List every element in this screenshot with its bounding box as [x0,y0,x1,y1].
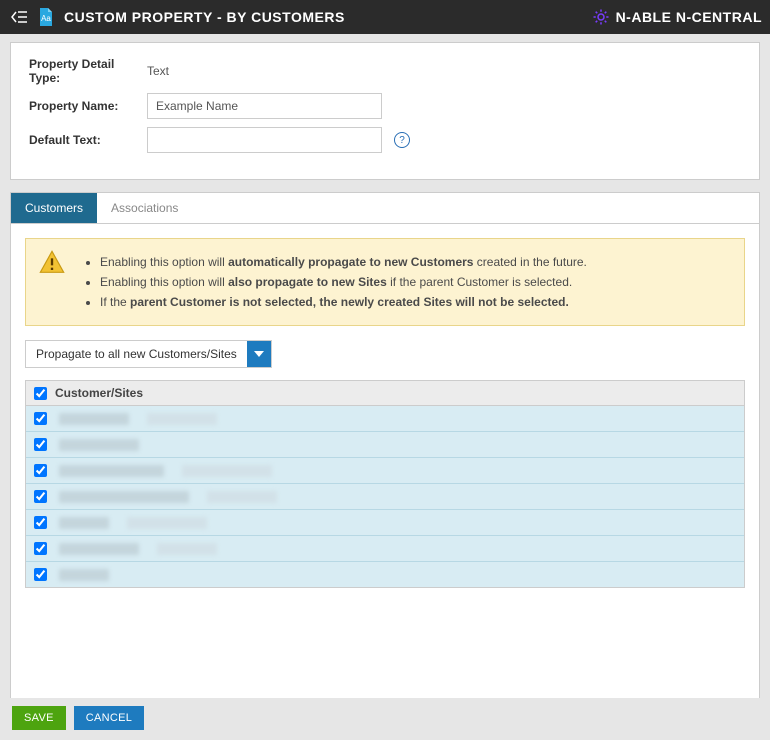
tab-customers[interactable]: Customers [11,193,97,223]
default-text-input[interactable] [147,127,382,153]
propagate-caret[interactable] [247,341,271,367]
row-text-secondary [127,517,207,529]
detail-type-label: Property Detail Type: [29,57,147,85]
row-text-secondary [157,543,217,555]
tab-bar: Customers Associations [11,193,759,224]
propagate-label: Propagate to all new Customers/Sites [26,341,247,367]
row-text-primary [59,413,129,425]
table-row[interactable] [26,457,744,483]
brand-text: N-ABLE N-CENTRAL [616,9,762,25]
top-bar: Aa CUSTOM PROPERTY - BY CUSTOMERS N-ABLE… [0,0,770,34]
grid-header-label: Customer/Sites [55,386,143,400]
tab-associations[interactable]: Associations [97,193,192,223]
cancel-button[interactable]: CANCEL [74,706,144,730]
row-text-primary [59,491,189,503]
save-button[interactable]: SAVE [12,706,66,730]
row-text-primary [59,517,109,529]
row-text-secondary [147,413,217,425]
row-text-primary [59,543,139,555]
brand-icon [592,8,610,26]
table-row[interactable] [26,509,744,535]
help-icon[interactable]: ? [394,132,410,148]
detail-type-value: Text [147,64,169,78]
table-row[interactable] [26,406,744,431]
table-row[interactable] [26,431,744,457]
row-checkbox[interactable] [34,464,47,477]
alert-line-3: If the parent Customer is not selected, … [100,293,732,311]
hamburger-arrow-icon [10,10,28,24]
row-checkbox[interactable] [34,516,47,529]
propagate-dropdown[interactable]: Propagate to all new Customers/Sites [25,340,272,368]
property-detail-card: Property Detail Type: Text Property Name… [10,42,760,180]
caret-down-icon [254,351,264,357]
row-checkbox[interactable] [34,490,47,503]
svg-text:Aa: Aa [41,14,51,23]
page-title: CUSTOM PROPERTY - BY CUSTOMERS [64,9,345,25]
alert-line-2: Enabling this option will also propagate… [100,273,732,291]
row-checkbox[interactable] [34,542,47,555]
default-text-label: Default Text: [29,133,147,147]
row-text-primary [59,569,109,581]
grid-header: Customer/Sites [25,380,745,406]
table-row[interactable] [26,483,744,509]
row-text-secondary [207,491,277,503]
menu-toggle-button[interactable] [8,6,30,28]
document-icon: Aa [37,7,55,27]
row-checkbox[interactable] [34,568,47,581]
page-type-icon: Aa [36,6,56,28]
row-text-primary [59,439,139,451]
info-alert: Enabling this option will automatically … [25,238,745,326]
table-row[interactable] [26,561,744,587]
grid-rows [25,406,745,588]
row-checkbox[interactable] [34,438,47,451]
row-checkbox[interactable] [34,412,47,425]
select-all-checkbox[interactable] [34,387,47,400]
row-text-secondary [182,465,272,477]
table-row[interactable] [26,535,744,561]
row-text-primary [59,465,164,477]
warning-icon [38,249,66,277]
alert-line-1: Enabling this option will automatically … [100,253,732,271]
footer-bar: SAVE CANCEL [0,698,770,740]
brand: N-ABLE N-CENTRAL [592,8,762,26]
property-name-input[interactable] [147,93,382,119]
property-name-label: Property Name: [29,99,147,113]
